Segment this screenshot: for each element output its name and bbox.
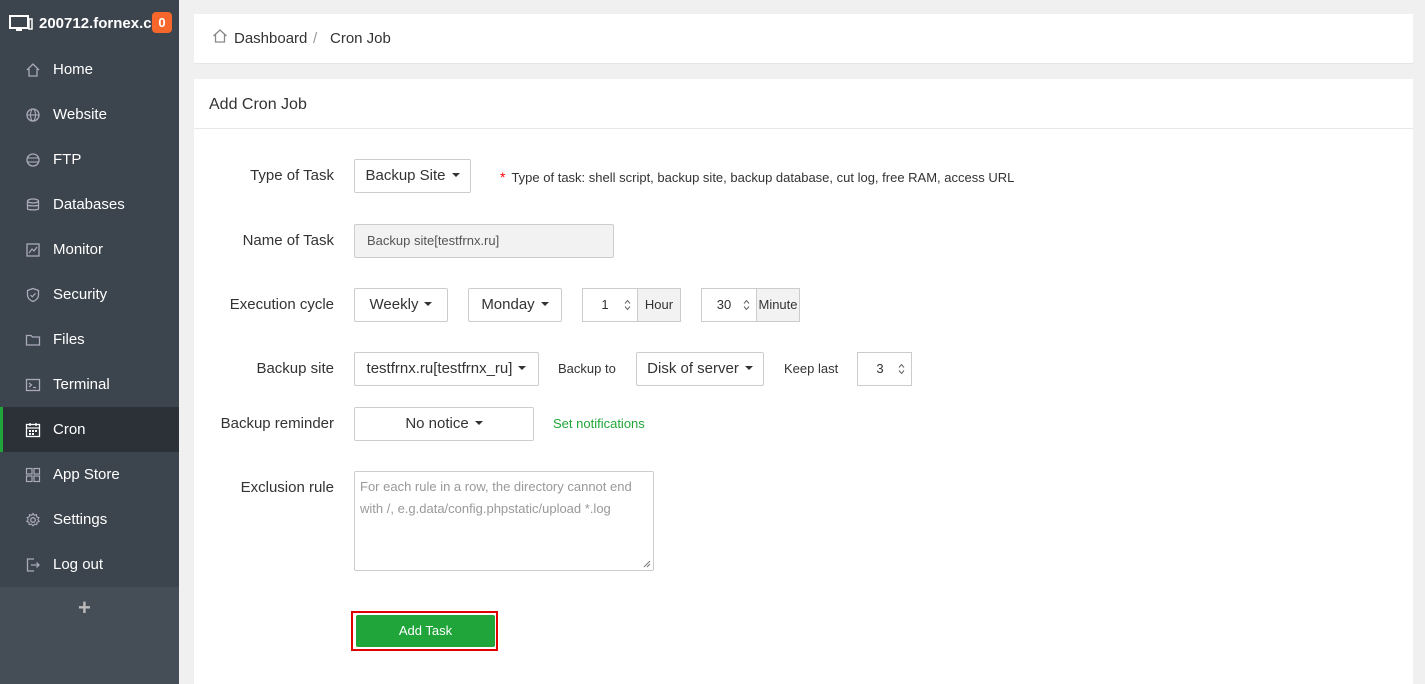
hour-unit: Hour bbox=[637, 288, 681, 322]
sidebar-item-website[interactable]: Website bbox=[0, 92, 179, 137]
task-type-hint-text: Type of task: shell script, backup site,… bbox=[511, 170, 1015, 185]
caret-down-icon bbox=[474, 421, 483, 426]
sidebar-add-area: + bbox=[0, 587, 179, 684]
add-task-button[interactable]: Add Task bbox=[356, 615, 495, 647]
breadcrumb-dashboard-link[interactable]: Dashboard bbox=[234, 30, 307, 48]
hour-input[interactable]: 1 bbox=[582, 288, 638, 322]
sidebar-menu: Home Website FTP Databases Monitor Secur… bbox=[0, 47, 179, 587]
sidebar-item-label: Terminal bbox=[53, 376, 110, 393]
panel-header: Add Cron Job bbox=[194, 79, 1413, 129]
sidebar-item-files[interactable]: Files bbox=[0, 317, 179, 362]
server-name: 200712.fornex.cloud bbox=[39, 15, 155, 32]
name-of-task-label: Name of Task bbox=[242, 232, 334, 249]
sidebar-item-label: Home bbox=[53, 61, 94, 78]
grid-icon bbox=[25, 467, 41, 483]
add-cron-panel: Add Cron Job Type of Task Backup Site * T… bbox=[194, 79, 1413, 684]
cycle-value: Weekly bbox=[369, 296, 419, 313]
keep-last-value: 3 bbox=[876, 361, 884, 376]
sidebar-item-label: Databases bbox=[53, 196, 125, 213]
sidebar-item-label: Settings bbox=[53, 511, 108, 528]
sidebar-item-label: Files bbox=[53, 331, 85, 348]
home-icon bbox=[25, 62, 41, 78]
home-icon[interactable] bbox=[212, 28, 228, 44]
notification-badge[interactable]: 0 bbox=[152, 12, 172, 33]
server-header[interactable]: 200712.fornex.cloud 0 bbox=[0, 0, 179, 47]
execution-cycle-label: Execution cycle bbox=[229, 296, 334, 313]
set-notifications-link[interactable]: Set notifications bbox=[553, 416, 645, 432]
minute-unit: Minute bbox=[756, 288, 800, 322]
hour-value: 1 bbox=[601, 297, 609, 312]
caret-down-icon bbox=[518, 366, 527, 371]
cycle-dropdown[interactable]: Weekly bbox=[354, 288, 448, 322]
caret-down-icon bbox=[424, 302, 433, 307]
gear-icon bbox=[25, 512, 41, 528]
sidebar-item-databases[interactable]: Databases bbox=[0, 182, 179, 227]
spinner-icon[interactable] bbox=[624, 299, 631, 311]
sidebar-item-label: App Store bbox=[53, 466, 120, 483]
backup-site-dropdown[interactable]: testfrnx.ru[testfrnx_ru] bbox=[354, 352, 539, 386]
required-star: * bbox=[500, 169, 506, 185]
backup-reminder-label: Backup reminder bbox=[220, 415, 334, 432]
monitor-icon bbox=[25, 242, 41, 258]
keep-last-input[interactable]: 3 bbox=[857, 352, 912, 386]
logout-icon bbox=[25, 557, 41, 573]
breadcrumb-separator: / bbox=[313, 30, 318, 47]
sidebar-item-label: Cron bbox=[53, 421, 86, 438]
sidebar-item-label: FTP bbox=[53, 151, 82, 168]
database-icon bbox=[25, 197, 41, 213]
sidebar-item-label: Monitor bbox=[53, 241, 104, 258]
panel-title: Add Cron Job bbox=[209, 96, 307, 113]
backup-site-value: testfrnx.ru[testfrnx_ru] bbox=[366, 360, 513, 377]
reminder-value: No notice bbox=[405, 415, 469, 432]
breadcrumb-current: Cron Job bbox=[330, 30, 391, 47]
exclusion-rule-textarea[interactable]: For each rule in a row, the directory ca… bbox=[354, 471, 654, 571]
minute-value: 30 bbox=[716, 297, 732, 312]
sidebar-item-logout[interactable]: Log out bbox=[0, 542, 179, 587]
caret-down-icon bbox=[744, 366, 753, 371]
sidebar-item-settings[interactable]: Settings bbox=[0, 497, 179, 542]
terminal-icon bbox=[25, 377, 41, 393]
sidebar-item-label: Website bbox=[53, 106, 107, 123]
keep-last-label: Keep last bbox=[784, 361, 839, 376]
calendar-icon bbox=[25, 422, 41, 438]
sidebar-item-label: Security bbox=[53, 286, 108, 303]
backup-to-value: Disk of server bbox=[647, 360, 739, 377]
breadcrumb: Dashboard / Cron Job bbox=[194, 14, 1413, 64]
backup-to-dropdown[interactable]: Disk of server bbox=[636, 352, 764, 386]
weekday-value: Monday bbox=[481, 296, 535, 313]
resize-handle-icon[interactable] bbox=[643, 560, 651, 568]
task-name-input[interactable]: Backup site[testfrnx.ru] bbox=[354, 224, 614, 258]
caret-down-icon bbox=[451, 173, 460, 178]
sidebar-item-label: Log out bbox=[53, 556, 104, 573]
add-icon[interactable]: + bbox=[78, 597, 91, 619]
weekday-dropdown[interactable]: Monday bbox=[468, 288, 562, 322]
spinner-icon[interactable] bbox=[898, 363, 905, 375]
sidebar: 200712.fornex.cloud 0 Home Website FTP D… bbox=[0, 0, 179, 684]
backup-to-label: Backup to bbox=[558, 361, 616, 376]
ftp-icon bbox=[25, 152, 41, 168]
reminder-dropdown[interactable]: No notice bbox=[354, 407, 534, 441]
caret-down-icon bbox=[540, 302, 549, 307]
shield-icon bbox=[25, 287, 41, 303]
type-of-task-label: Type of Task bbox=[250, 167, 334, 184]
globe-icon bbox=[25, 107, 41, 123]
task-type-value: Backup Site bbox=[365, 167, 446, 184]
backup-site-label: Backup site bbox=[256, 360, 334, 377]
task-type-dropdown[interactable]: Backup Site bbox=[354, 159, 471, 193]
exclusion-placeholder: For each rule in a row, the directory ca… bbox=[360, 479, 632, 516]
sidebar-item-home[interactable]: Home bbox=[0, 47, 179, 92]
folder-icon bbox=[25, 332, 41, 348]
exclusion-rule-label: Exclusion rule bbox=[240, 479, 334, 496]
spinner-icon[interactable] bbox=[743, 299, 750, 311]
minute-input[interactable]: 30 bbox=[701, 288, 757, 322]
monitor-screen-icon bbox=[9, 15, 33, 33]
task-type-hint: * Type of task: shell script, backup site… bbox=[500, 169, 1014, 186]
